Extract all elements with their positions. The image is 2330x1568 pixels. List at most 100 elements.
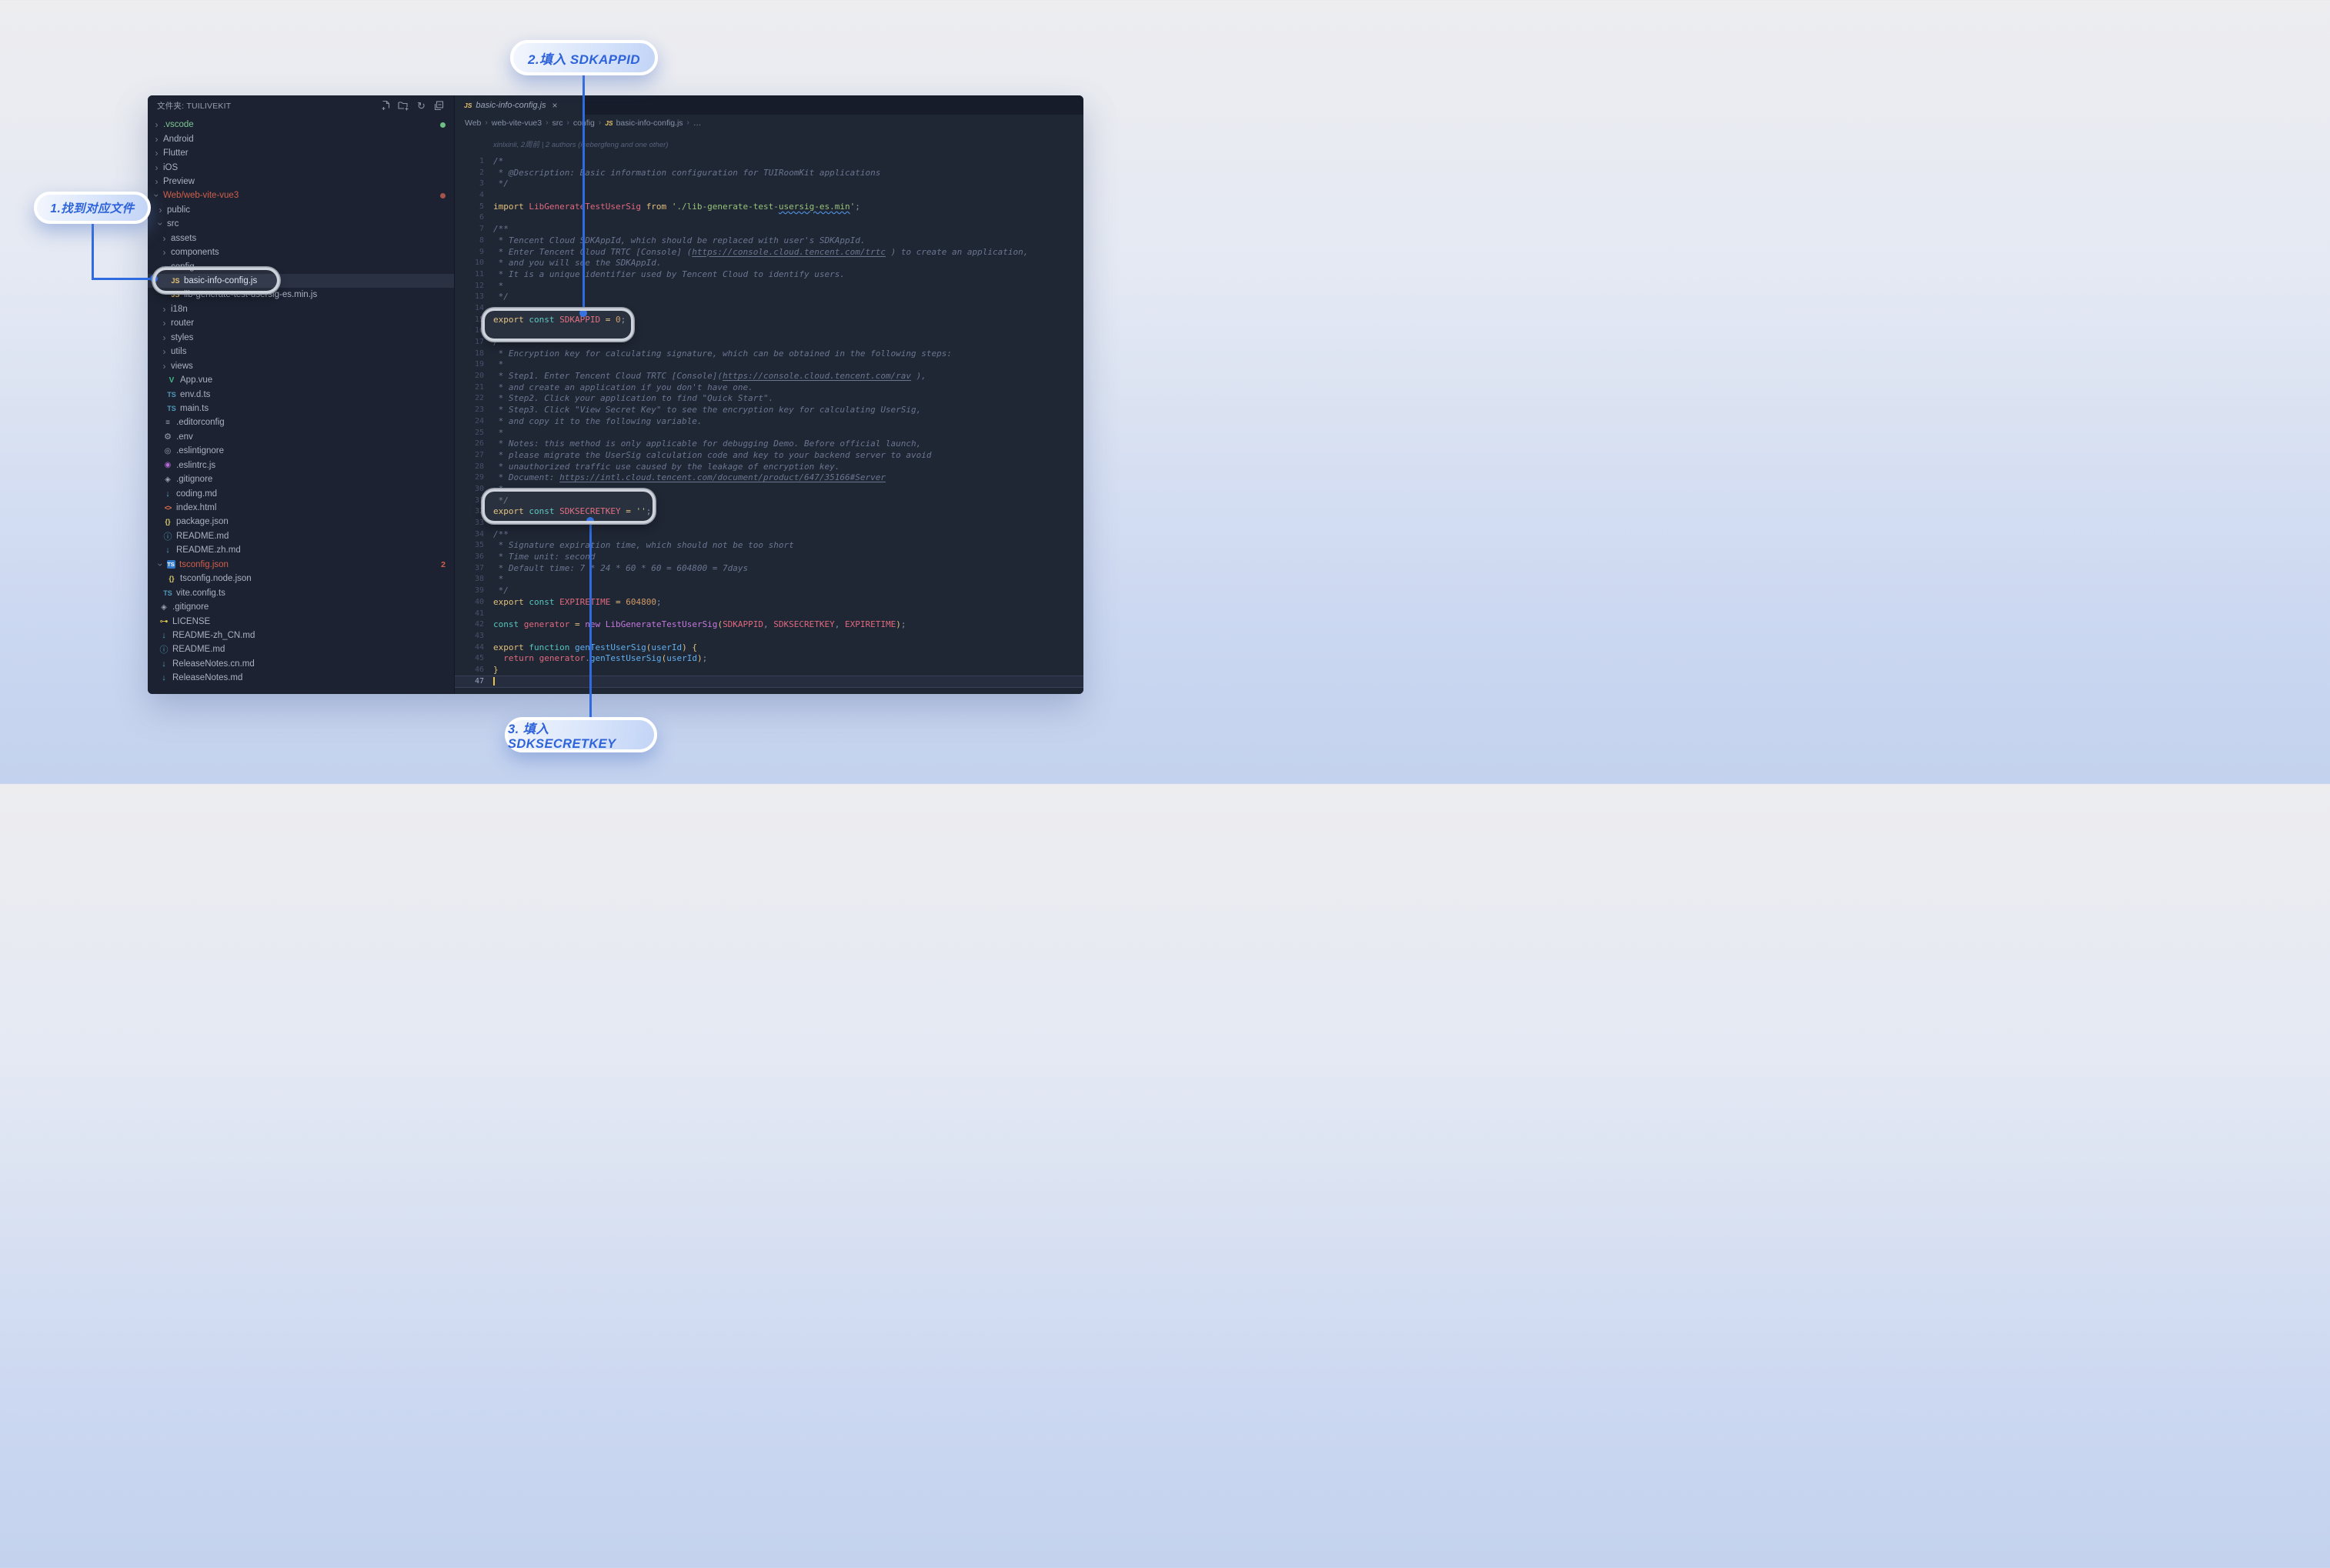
breadcrumb-item[interactable]: src — [552, 118, 562, 128]
code-line[interactable]: 9 * Enter Tencent Cloud TRTC [Console] (… — [455, 247, 1083, 259]
tree-item-preview[interactable]: ›Preview — [148, 175, 454, 188]
code-line[interactable]: 26 * Notes: this method is only applicab… — [455, 439, 1083, 450]
tree-item-license[interactable]: ⊶LICENSE — [148, 614, 454, 628]
tree-item-label: .editorconfig — [176, 418, 225, 427]
code-line[interactable]: 6 — [455, 212, 1083, 224]
code-line[interactable]: 40export const EXPIRETIME = 604800; — [455, 597, 1083, 609]
refresh-icon[interactable]: ↻ — [416, 100, 427, 112]
code-line[interactable]: 1/* — [455, 156, 1083, 168]
tree-item--eslintignore[interactable]: ◎.eslintignore — [148, 444, 454, 458]
tree-item--editorconfig[interactable]: ≡.editorconfig — [148, 415, 454, 429]
md-icon: ↓ — [162, 545, 174, 555]
breadcrumb-item[interactable]: … — [693, 118, 702, 128]
tree-item--eslintrc-js[interactable]: ◉.eslintrc.js — [148, 459, 454, 472]
tree-item-public[interactable]: ›public — [148, 203, 454, 217]
code-line[interactable]: 45 return generator.genTestUserSig(userI… — [455, 653, 1083, 665]
code-line[interactable]: 28 * unauthorized traffic use caused by … — [455, 462, 1083, 473]
new-file-icon[interactable] — [380, 100, 392, 112]
code-line[interactable]: 20 * Step1. Enter Tencent Cloud TRTC [Co… — [455, 371, 1083, 382]
tree-item-package-json[interactable]: {}package.json — [148, 515, 454, 529]
tree-item--gitignore[interactable]: ◈.gitignore — [148, 472, 454, 486]
tree-item-assets[interactable]: ›assets — [148, 232, 454, 245]
code-line[interactable]: 8 * Tencent Cloud SDKAppId, which should… — [455, 235, 1083, 247]
code-line[interactable]: 13 */ — [455, 292, 1083, 303]
code-line[interactable]: 27 * please migrate the UserSig calculat… — [455, 450, 1083, 462]
tree-item-ios[interactable]: ›iOS — [148, 160, 454, 174]
line-number: 35 — [455, 540, 484, 552]
tree-item-flutter[interactable]: ›Flutter — [148, 146, 454, 160]
code-line[interactable]: 10 * and you will see the SDKAppId. — [455, 258, 1083, 269]
line-number: 38 — [455, 574, 484, 585]
code-line[interactable]: 17/** — [455, 337, 1083, 349]
tree-item-readme-md[interactable]: ⓘREADME.md — [148, 642, 454, 656]
collapse-all-icon[interactable] — [433, 100, 445, 112]
code-line[interactable]: 23 * Step3. Click "View Secret Key" to s… — [455, 405, 1083, 416]
code-line[interactable]: 21 * and create an application if you do… — [455, 382, 1083, 394]
tree-item-readme-md[interactable]: ⓘREADME.md — [148, 529, 454, 543]
tab-basic-info-config[interactable]: JS basic-info-config.js × — [455, 95, 584, 115]
tree-item-app-vue[interactable]: VApp.vue — [148, 373, 454, 387]
code-line[interactable]: 24 * and copy it to the following variab… — [455, 416, 1083, 428]
code-line[interactable]: 37 * Default time: 7 * 24 * 60 * 60 = 60… — [455, 563, 1083, 575]
code-line[interactable]: 25 * — [455, 428, 1083, 439]
tree-item-releasenotes-cn-md[interactable]: ↓ReleaseNotes.cn.md — [148, 657, 454, 671]
tree-item--gitignore[interactable]: ◈.gitignore — [148, 600, 454, 614]
tree-item-coding-md[interactable]: ↓coding.md — [148, 486, 454, 500]
breadcrumb-item[interactable]: basic-info-config.js — [616, 118, 683, 128]
code-line[interactable]: 47 — [455, 676, 1083, 688]
code-line[interactable]: 34/** — [455, 529, 1083, 541]
code-line[interactable]: 39 */ — [455, 585, 1083, 597]
tree-item-vite-config-ts[interactable]: TSvite.config.ts — [148, 585, 454, 599]
code-text: } — [484, 665, 499, 676]
tree-item-readme-zh-md[interactable]: ↓README.zh.md — [148, 543, 454, 557]
tree-item-src[interactable]: ›src — [148, 217, 454, 231]
new-folder-icon[interactable] — [398, 100, 409, 112]
code-line[interactable]: 19 * — [455, 359, 1083, 371]
code-line[interactable]: 41 — [455, 609, 1083, 620]
code-line[interactable]: 22 * Step2. Click your application to fi… — [455, 393, 1083, 405]
tree-item-label: Web/web-vite-vue3 — [163, 191, 239, 200]
code-line[interactable]: 7/** — [455, 224, 1083, 235]
tree-item-android[interactable]: ›Android — [148, 132, 454, 145]
tree-item-env-d-ts[interactable]: TSenv.d.ts — [148, 387, 454, 401]
tree-item-label: env.d.ts — [180, 390, 210, 399]
code-line[interactable]: 2 * @Description: Basic information conf… — [455, 168, 1083, 179]
tree-item-styles[interactable]: ›styles — [148, 331, 454, 345]
tree-item-router[interactable]: ›router — [148, 316, 454, 330]
code-line[interactable]: 38 * — [455, 574, 1083, 585]
tree-item-web-web-vite-vue3[interactable]: ›Web/web-vite-vue3 — [148, 188, 454, 202]
md-icon: ↓ — [162, 489, 174, 499]
tree-item-views[interactable]: ›views — [148, 359, 454, 372]
line-number: 27 — [455, 450, 484, 462]
tree-item-i18n[interactable]: ›i18n — [148, 302, 454, 316]
breadcrumb-item[interactable]: web-vite-vue3 — [492, 118, 542, 128]
code-line[interactable]: 35 * Signature expiration time, which sh… — [455, 540, 1083, 552]
code-text: * Time unit: second — [484, 552, 595, 563]
tree-item--vscode[interactable]: ›.vscode — [148, 118, 454, 132]
tab-close-icon[interactable]: × — [552, 100, 558, 111]
tree-item-tsconfig-json[interactable]: ›TStsconfig.json2 — [148, 558, 454, 572]
code-line[interactable]: 46} — [455, 665, 1083, 676]
code-line[interactable]: 44export function genTestUserSig(userId)… — [455, 642, 1083, 654]
code-line[interactable]: 4 — [455, 190, 1083, 202]
code-line[interactable]: 5import LibGenerateTestUserSig from './l… — [455, 202, 1083, 213]
git-status-dot — [440, 193, 446, 199]
code-line[interactable]: 36 * Time unit: second — [455, 552, 1083, 563]
code-line[interactable]: 18 * Encryption key for calculating sign… — [455, 349, 1083, 360]
tree-item-readme-zh-cn-md[interactable]: ↓README-zh_CN.md — [148, 629, 454, 642]
tree-item--env[interactable]: ⚙.env — [148, 430, 454, 444]
code-line[interactable]: 42const generator = new LibGenerateTestU… — [455, 619, 1083, 631]
tree-item-utils[interactable]: ›utils — [148, 345, 454, 359]
code-line[interactable]: 29 * Document: https://intl.cloud.tencen… — [455, 472, 1083, 484]
code-line[interactable]: 43 — [455, 631, 1083, 642]
tree-item-tsconfig-node-json[interactable]: {}tsconfig.node.json — [148, 572, 454, 585]
tab-label: basic-info-config.js — [476, 101, 546, 110]
tree-item-index-html[interactable]: <>index.html — [148, 501, 454, 515]
code-line[interactable]: 11 * It is a unique identifier used by T… — [455, 269, 1083, 281]
code-line[interactable]: 3 */ — [455, 178, 1083, 190]
breadcrumb-item[interactable]: Web — [465, 118, 481, 128]
tree-item-main-ts[interactable]: TSmain.ts — [148, 402, 454, 415]
tree-item-releasenotes-md[interactable]: ↓ReleaseNotes.md — [148, 671, 454, 685]
tree-item-components[interactable]: ›components — [148, 245, 454, 259]
code-line[interactable]: 12 * — [455, 281, 1083, 292]
